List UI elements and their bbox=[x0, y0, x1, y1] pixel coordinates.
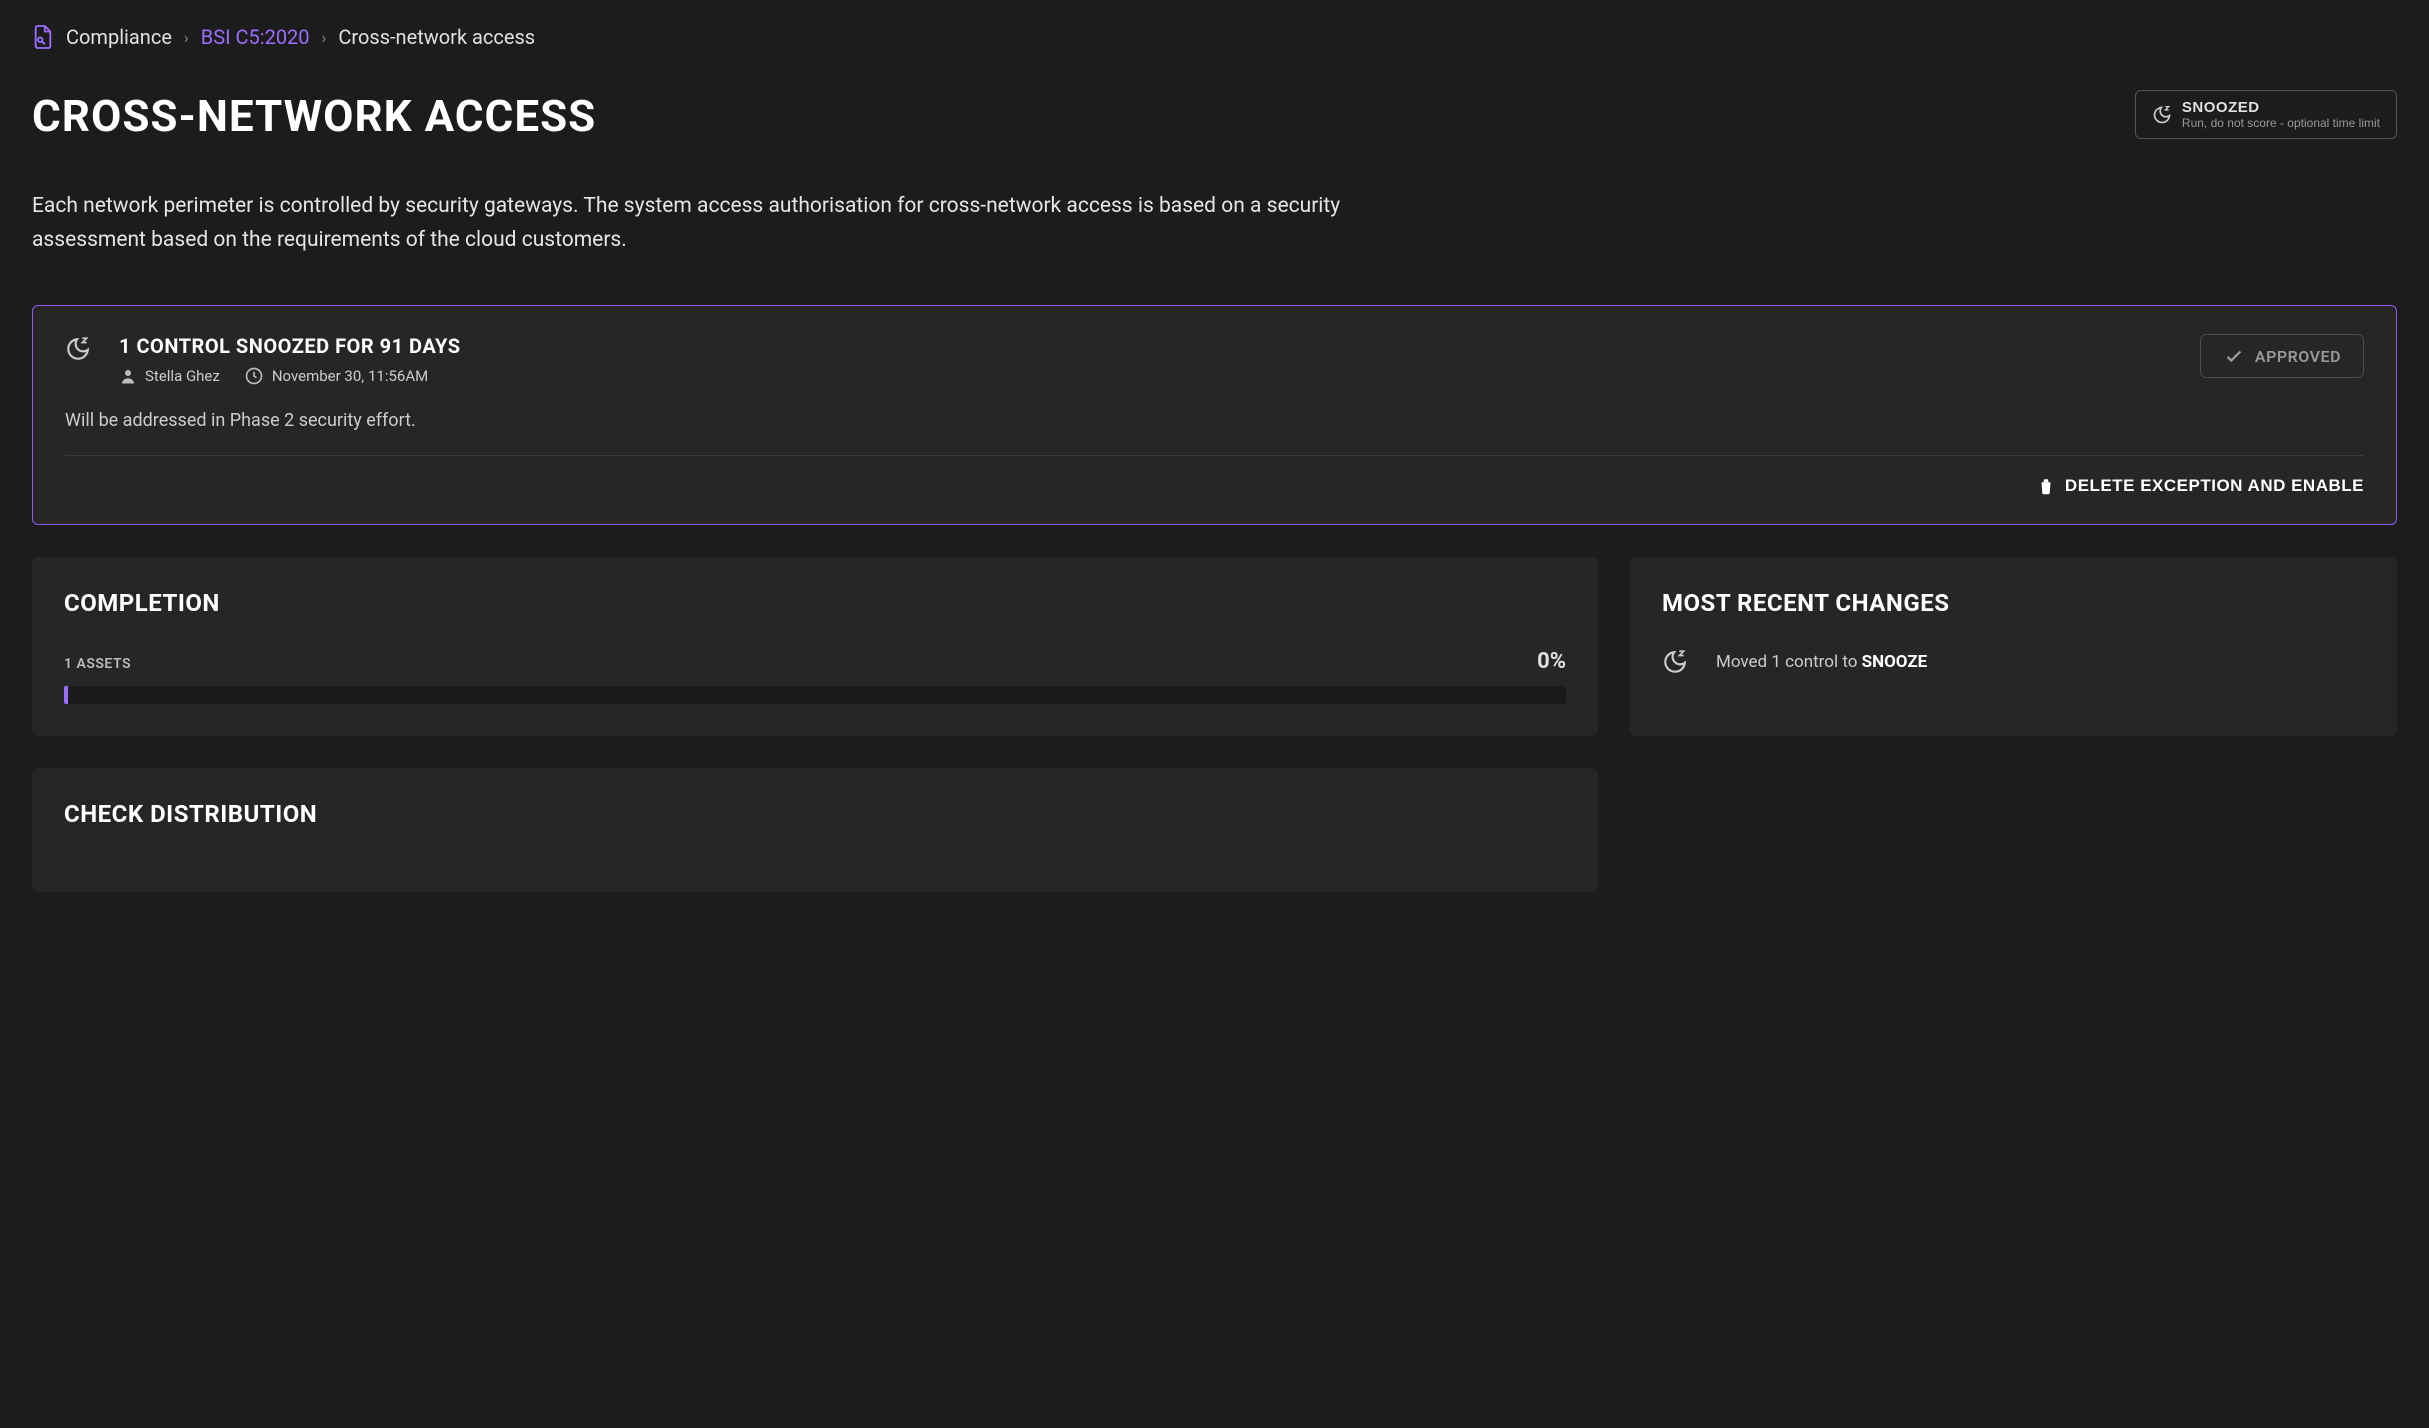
exception-card: 1 CONTROL SNOOZED FOR 91 DAYS Stella Ghe… bbox=[32, 305, 2397, 525]
snoozed-status-button[interactable]: SNOOZED Run, do not score - optional tim… bbox=[2135, 90, 2397, 139]
user-icon bbox=[119, 367, 137, 385]
breadcrumb: Compliance › BSI C5:2020 › Cross-network… bbox=[32, 24, 2397, 50]
approved-badge: APPROVED bbox=[2200, 334, 2364, 378]
change-prefix: Moved 1 control to bbox=[1716, 652, 1862, 672]
exception-timestamp-text: November 30, 11:56AM bbox=[272, 367, 428, 385]
breadcrumb-separator: › bbox=[184, 28, 189, 47]
breadcrumb-separator: › bbox=[322, 28, 327, 47]
status-sublabel: Run, do not score - optional time limit bbox=[2182, 116, 2380, 130]
exception-author-name: Stella Ghez bbox=[145, 367, 220, 385]
recent-changes-title: MOST RECENT CHANGES bbox=[1662, 589, 2365, 617]
delete-exception-label: DELETE EXCEPTION AND ENABLE bbox=[2065, 476, 2364, 496]
assets-count: 1 ASSETS bbox=[64, 656, 131, 672]
trash-icon bbox=[2037, 476, 2055, 496]
clock-icon bbox=[244, 366, 264, 386]
delete-exception-button[interactable]: DELETE EXCEPTION AND ENABLE bbox=[2037, 476, 2364, 496]
check-icon bbox=[2223, 345, 2245, 367]
snooze-icon bbox=[2152, 105, 2172, 125]
breadcrumb-current: Cross-network access bbox=[338, 25, 535, 49]
exception-note: Will be addressed in Phase 2 security ef… bbox=[65, 410, 2364, 431]
breadcrumb-compliance[interactable]: Compliance bbox=[66, 25, 172, 49]
change-item: Moved 1 control to SNOOZE bbox=[1662, 649, 2365, 675]
progress-fill bbox=[64, 686, 68, 704]
status-label: SNOOZED bbox=[2182, 99, 2380, 116]
divider bbox=[65, 455, 2364, 456]
document-icon bbox=[32, 24, 54, 50]
breadcrumb-framework[interactable]: BSI C5:2020 bbox=[201, 25, 310, 49]
change-text: Moved 1 control to SNOOZE bbox=[1716, 652, 1927, 672]
page-title: CROSS-NETWORK ACCESS bbox=[32, 90, 596, 142]
completion-title: COMPLETION bbox=[64, 589, 1566, 617]
exception-author: Stella Ghez bbox=[119, 367, 220, 385]
exception-title: 1 CONTROL SNOOZED FOR 91 DAYS bbox=[119, 334, 461, 358]
completion-card: COMPLETION 1 ASSETS 0% bbox=[32, 557, 1598, 736]
snooze-icon bbox=[1662, 649, 1688, 675]
completion-percent: 0% bbox=[1537, 649, 1566, 674]
change-state: SNOOZE bbox=[1862, 652, 1928, 672]
snooze-icon bbox=[65, 336, 91, 362]
progress-bar bbox=[64, 686, 1566, 704]
exception-timestamp: November 30, 11:56AM bbox=[244, 366, 428, 386]
control-description: Each network perimeter is controlled by … bbox=[32, 190, 1392, 257]
check-distribution-title: CHECK DISTRIBUTION bbox=[64, 800, 1566, 828]
check-distribution-card: CHECK DISTRIBUTION bbox=[32, 768, 1598, 892]
recent-changes-card: MOST RECENT CHANGES Moved 1 control to S… bbox=[1630, 557, 2397, 736]
approved-label: APPROVED bbox=[2255, 347, 2341, 366]
